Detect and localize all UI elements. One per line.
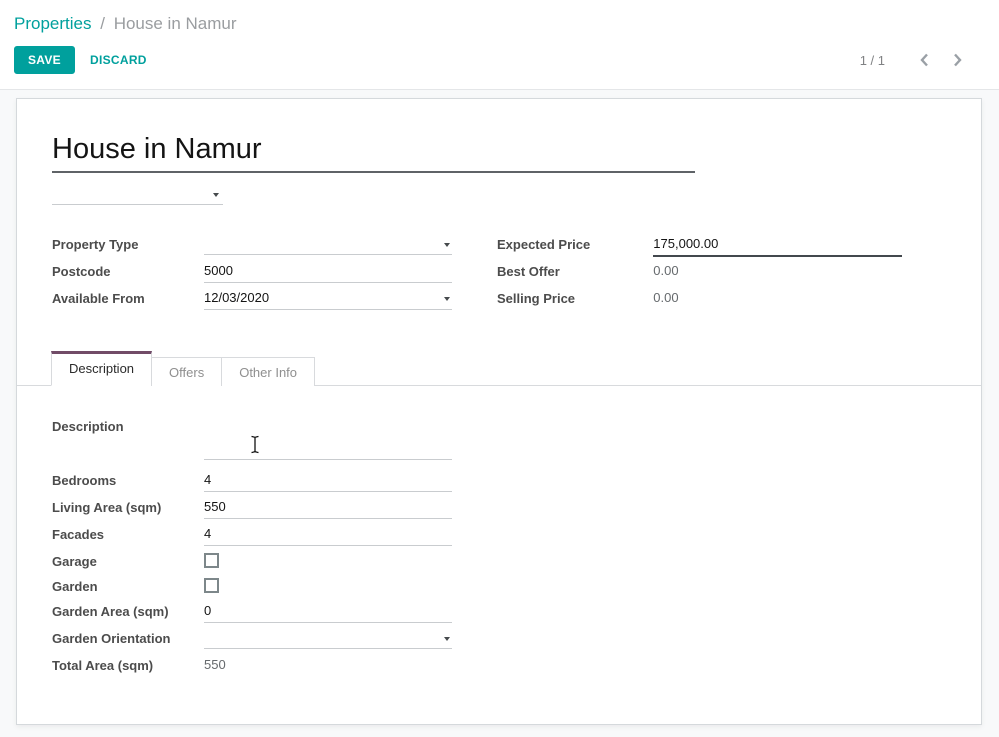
- postcode-input[interactable]: 5000: [204, 261, 452, 283]
- selling-price-value: 0.00: [653, 288, 902, 309]
- garden-area-input[interactable]: 0: [204, 601, 452, 623]
- breadcrumb-properties-link[interactable]: Properties: [14, 14, 91, 33]
- left-field-group: Property Type Postcode 5000 Available Fr…: [52, 234, 452, 315]
- breadcrumb-separator: /: [100, 14, 105, 33]
- notebook: Description Offers Other Info Descriptio…: [17, 353, 981, 682]
- pager-previous-button[interactable]: [913, 52, 936, 68]
- living-area-label: Living Area (sqm): [52, 497, 204, 515]
- field-row-garage: Garage: [52, 551, 946, 576]
- available-from-value: 12/03/2020: [204, 290, 269, 305]
- caret-down-icon: [444, 297, 450, 301]
- field-row-garden-area: Garden Area (sqm) 0: [52, 601, 946, 628]
- available-from-date-input[interactable]: 12/03/2020: [204, 288, 452, 310]
- field-row-available-from: Available From 12/03/2020: [52, 288, 452, 315]
- tab-offers[interactable]: Offers: [151, 357, 222, 386]
- field-row-postcode: Postcode 5000: [52, 261, 452, 288]
- garden-label: Garden: [52, 576, 204, 594]
- right-field-group: Expected Price 175,000.00 Best Offer 0.0…: [497, 234, 902, 315]
- field-row-best-offer: Best Offer 0.00: [497, 261, 902, 288]
- breadcrumb-current: House in Namur: [114, 14, 237, 33]
- garden-orientation-label: Garden Orientation: [52, 628, 204, 646]
- property-type-label: Property Type: [52, 234, 204, 252]
- chevron-right-icon: [952, 56, 963, 71]
- field-row-property-type: Property Type: [52, 234, 452, 261]
- pager: 1 / 1: [860, 52, 969, 68]
- form-sheet: House in Namur Property Type Postcode: [16, 98, 982, 725]
- caret-down-icon: [444, 243, 450, 247]
- field-row-garden: Garden: [52, 576, 946, 601]
- bedrooms-label: Bedrooms: [52, 470, 204, 488]
- tags-dropdown[interactable]: [52, 185, 223, 205]
- available-from-label: Available From: [52, 288, 204, 306]
- field-row-living-area: Living Area (sqm) 550: [52, 497, 946, 524]
- field-row-facades: Facades 4: [52, 524, 946, 551]
- field-row-expected-price: Expected Price 175,000.00: [497, 234, 902, 261]
- description-textarea[interactable]: [204, 416, 452, 460]
- field-groups: Property Type Postcode 5000 Available Fr…: [52, 234, 946, 315]
- description-tab-content: Description Bedrooms 4 Living Area (sqm: [17, 386, 981, 682]
- field-row-description: Description: [52, 416, 946, 460]
- property-type-dropdown[interactable]: [204, 234, 452, 255]
- selling-price-label: Selling Price: [497, 288, 653, 306]
- best-offer-value: 0.00: [653, 261, 902, 282]
- chevron-left-icon: [919, 56, 930, 71]
- control-panel: Properties / House in Namur SAVE DISCARD…: [0, 0, 999, 90]
- pager-next-button[interactable]: [946, 52, 969, 68]
- postcode-label: Postcode: [52, 261, 204, 279]
- caret-down-icon: [444, 637, 450, 641]
- best-offer-label: Best Offer: [497, 261, 653, 279]
- tab-bar: Description Offers Other Info: [17, 353, 981, 386]
- description-label: Description: [52, 416, 204, 460]
- total-area-label: Total Area (sqm): [52, 655, 204, 673]
- garden-area-label: Garden Area (sqm): [52, 601, 204, 619]
- facades-input[interactable]: 4: [204, 524, 452, 546]
- field-row-total-area: Total Area (sqm) 550: [52, 655, 946, 682]
- bedrooms-input[interactable]: 4: [204, 470, 452, 492]
- garden-orientation-dropdown[interactable]: [204, 628, 452, 649]
- save-button[interactable]: SAVE: [14, 46, 75, 74]
- garden-checkbox[interactable]: [204, 578, 219, 593]
- control-panel-buttons: SAVE DISCARD 1 / 1: [14, 46, 983, 74]
- property-name-input[interactable]: House in Namur: [52, 132, 695, 173]
- field-row-garden-orientation: Garden Orientation: [52, 628, 946, 655]
- pager-value: 1 / 1: [860, 53, 885, 68]
- breadcrumb: Properties / House in Namur: [14, 13, 983, 35]
- living-area-input[interactable]: 550: [204, 497, 452, 519]
- garage-checkbox[interactable]: [204, 553, 219, 568]
- total-area-value: 550: [204, 655, 452, 676]
- tab-description[interactable]: Description: [51, 351, 152, 386]
- text-cursor-icon: [249, 435, 261, 454]
- field-row-selling-price: Selling Price 0.00: [497, 288, 902, 315]
- expected-price-input[interactable]: 175,000.00: [653, 234, 902, 257]
- facades-label: Facades: [52, 524, 204, 542]
- form-view-background: House in Namur Property Type Postcode: [0, 90, 999, 737]
- garage-label: Garage: [52, 551, 204, 569]
- expected-price-label: Expected Price: [497, 234, 653, 252]
- tab-other-info[interactable]: Other Info: [221, 357, 315, 386]
- field-row-bedrooms: Bedrooms 4: [52, 470, 946, 497]
- discard-button[interactable]: DISCARD: [77, 47, 160, 73]
- caret-down-icon: [213, 193, 219, 197]
